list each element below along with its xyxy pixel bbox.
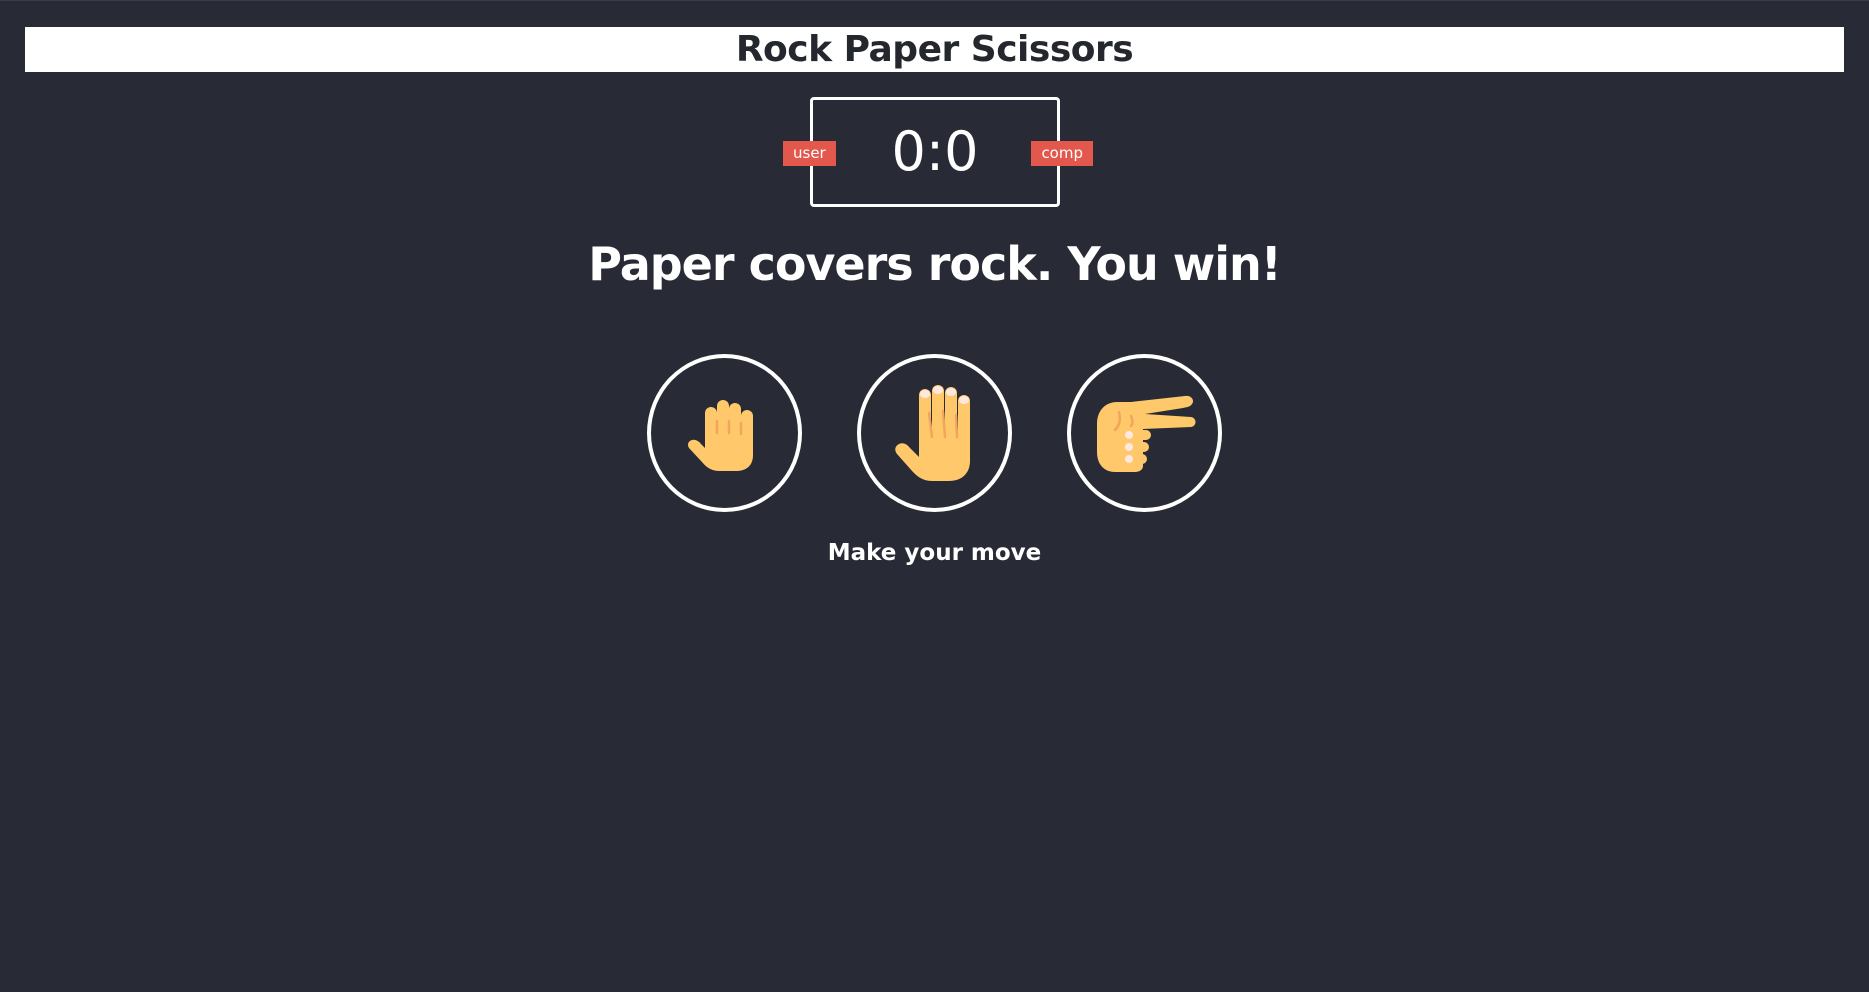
rock-button[interactable]	[647, 354, 802, 512]
make-move-prompt: Make your move	[827, 540, 1042, 566]
scoreboard: user 0:0 comp	[783, 97, 1093, 207]
user-score-badge: user	[783, 141, 836, 166]
score-display: 0:0	[891, 120, 979, 183]
page-title: Rock Paper Scissors	[735, 29, 1134, 70]
victory-hand-icon	[1096, 395, 1195, 472]
scissors-button[interactable]	[1067, 354, 1222, 512]
header-bar: Rock Paper Scissors	[25, 27, 1844, 72]
paper-button[interactable]	[857, 354, 1012, 512]
open-hand-icon	[894, 385, 970, 481]
comp-score-badge: comp	[1031, 141, 1093, 166]
fist-icon	[687, 400, 753, 471]
result-message: Paper covers rock. You win!	[588, 237, 1282, 291]
